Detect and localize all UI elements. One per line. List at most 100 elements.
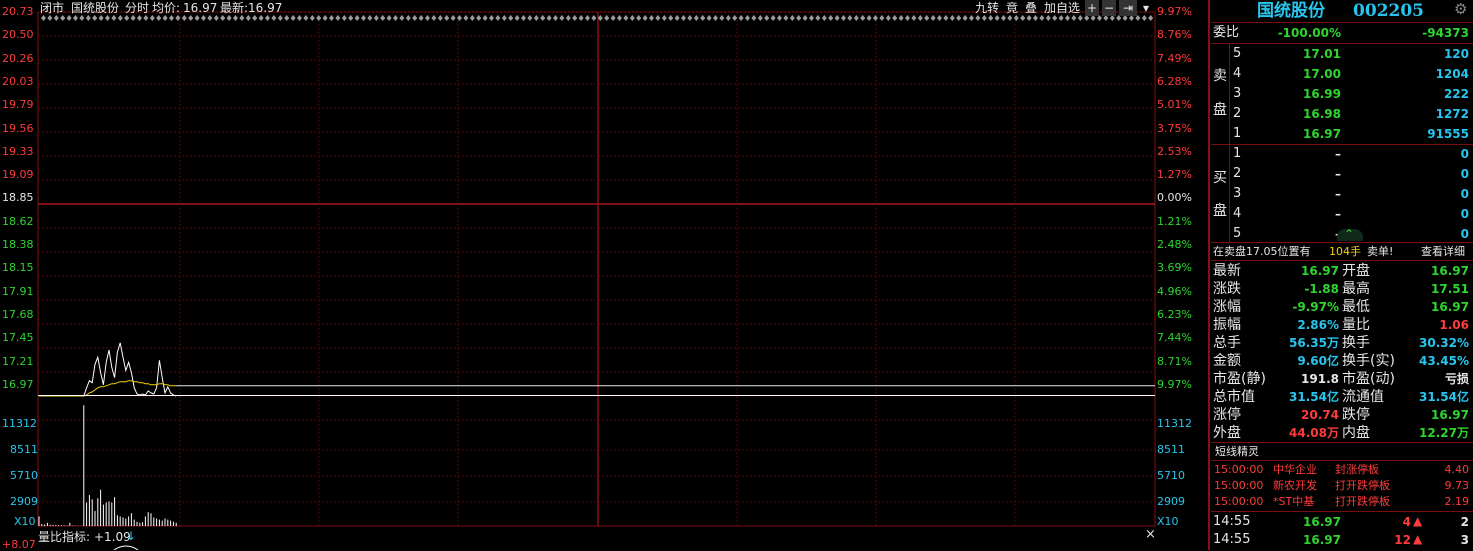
chart-mode: 分时 bbox=[125, 1, 150, 15]
short-value: 4.40 bbox=[1444, 463, 1470, 476]
volume-tick-right: 8511 bbox=[1157, 443, 1185, 456]
sell-level: 3 bbox=[1233, 86, 1242, 101]
price-tick-label: 20.26 bbox=[2, 51, 34, 65]
buy-price: – bbox=[1291, 226, 1341, 242]
price-tick-label: 20.73 bbox=[2, 5, 34, 18]
percent-tick-label: 1.27% bbox=[1157, 168, 1192, 182]
tick-time: 14:55 bbox=[1213, 532, 1251, 547]
stat-value: 16.97 bbox=[1431, 264, 1469, 278]
short-stock[interactable]: *ST中基 bbox=[1273, 494, 1314, 510]
panel-header: 国统股份 002205 ⚙ bbox=[1211, 0, 1473, 23]
volume-tick-right: 5710 bbox=[1157, 469, 1185, 482]
price-tick-label: 20.03 bbox=[2, 74, 34, 88]
sell-price: 16.97 bbox=[1303, 127, 1341, 141]
short-time: 15:00:00 bbox=[1214, 479, 1264, 492]
chart-frame bbox=[37, 11, 1156, 527]
buy-side-label: 盘 bbox=[1213, 203, 1227, 219]
sell-volume: 120 bbox=[1443, 47, 1469, 61]
price-tick-label: 17.68 bbox=[2, 307, 34, 321]
percent-tick-label: 8.71% bbox=[1157, 354, 1192, 368]
sell-volume: 1204 bbox=[1435, 67, 1469, 81]
stat-value: 44.08万 bbox=[1289, 426, 1339, 440]
zoom-out-button[interactable]: − bbox=[1102, 0, 1116, 16]
add-favorite-button[interactable]: 加自选 bbox=[1042, 0, 1082, 16]
tick-time: 14:55 bbox=[1213, 514, 1251, 529]
buy-level: 5 bbox=[1233, 226, 1242, 241]
tick-count: 2 bbox=[1460, 515, 1469, 529]
stat-value: 2.86% bbox=[1297, 318, 1339, 332]
stat-label: 流通值 bbox=[1342, 389, 1384, 405]
sell-volume: 1272 bbox=[1435, 107, 1469, 121]
panel-stock-name: 国统股份 bbox=[1257, 1, 1325, 21]
buy-price: – bbox=[1335, 167, 1341, 181]
stat-value: 亏损 bbox=[1444, 372, 1469, 386]
stat-value: 1.06 bbox=[1439, 318, 1469, 332]
buy-volume: 0 bbox=[1460, 187, 1469, 201]
percent-tick-label: 4.96% bbox=[1157, 284, 1192, 298]
stat-label: 最新 bbox=[1213, 263, 1241, 279]
percent-tick-label: 0.00% bbox=[1157, 191, 1192, 205]
percent-tick-label: 6.23% bbox=[1157, 307, 1192, 321]
stock-name: 国统股份 bbox=[71, 1, 120, 15]
menu-dropdown-icon[interactable]: ▾ bbox=[1139, 0, 1153, 16]
settings-gear-icon[interactable]: ⚙ bbox=[1454, 1, 1467, 17]
stat-value: 30.32% bbox=[1419, 336, 1469, 350]
queue-hands: 104手 bbox=[1329, 245, 1361, 258]
price-tick-label: 20.50 bbox=[2, 28, 34, 42]
stat-value: 31.54亿 bbox=[1289, 390, 1339, 404]
stat-label: 总手 bbox=[1213, 335, 1241, 351]
price-tick-label: 18.62 bbox=[2, 214, 34, 228]
percent-tick-label: 2.48% bbox=[1157, 238, 1192, 251]
overlay-button[interactable]: 叠 bbox=[1023, 0, 1039, 16]
stat-value: -9.97% bbox=[1292, 300, 1339, 314]
volume-tick-right: 2909 bbox=[1157, 495, 1185, 508]
short-stock[interactable]: 新农开发 bbox=[1273, 478, 1317, 494]
expand-button[interactable]: ⇥ bbox=[1119, 0, 1137, 16]
buy-level: 3 bbox=[1233, 186, 1242, 201]
view-detail-link[interactable]: 查看详细 bbox=[1421, 244, 1465, 260]
zoom-in-button[interactable]: + bbox=[1085, 0, 1099, 16]
intraday-chart[interactable] bbox=[0, 0, 1210, 550]
stat-label: 量比 bbox=[1342, 317, 1370, 333]
stat-label: 总市值 bbox=[1213, 389, 1255, 405]
percent-tick-label: 9.97% bbox=[1157, 377, 1192, 391]
sell-side-label: 卖 bbox=[1213, 68, 1227, 84]
volume-tick-left: 8511 bbox=[10, 443, 38, 456]
last-price-value: 16.97 bbox=[248, 1, 283, 15]
up-arrow-icon: ▲ bbox=[1413, 514, 1423, 528]
indicator-label[interactable]: 量比指标: bbox=[38, 531, 90, 543]
indicator-corner-value: +8.07 bbox=[2, 538, 36, 551]
nine-turn-button[interactable]: 九转 bbox=[972, 0, 1002, 16]
stat-label: 涨停 bbox=[1213, 407, 1241, 423]
percent-tick-label: 7.49% bbox=[1157, 51, 1192, 65]
sell-level: 5 bbox=[1233, 46, 1242, 61]
percent-tick-label: 6.28% bbox=[1157, 74, 1192, 88]
average-line bbox=[39, 380, 177, 397]
tick-price: 16.97 bbox=[1303, 515, 1341, 529]
percent-tick-label: 7.44% bbox=[1157, 331, 1192, 345]
volume-tick-left: 2909 bbox=[10, 495, 38, 508]
sell-level: 4 bbox=[1233, 66, 1242, 81]
volume-scale-left: X10 bbox=[14, 515, 36, 528]
stat-value: 16.97 bbox=[1431, 300, 1469, 314]
expand-orderbook-icon[interactable]: ⌃ bbox=[1337, 227, 1363, 241]
sell-price: 17.00 bbox=[1303, 67, 1341, 81]
buy-price: – bbox=[1335, 207, 1341, 221]
buy-level: 4 bbox=[1233, 206, 1242, 221]
stat-label: 市盈(静) bbox=[1213, 371, 1266, 387]
price-tick-label: 19.79 bbox=[2, 98, 34, 112]
buy-side-label: 买 bbox=[1213, 170, 1227, 186]
price-tick-label: 19.33 bbox=[2, 144, 34, 158]
weibi-label: 委比 bbox=[1213, 25, 1240, 40]
volume-tick-right: 11312 bbox=[1157, 417, 1192, 430]
short-stock[interactable]: 中华企业 bbox=[1273, 462, 1317, 478]
percent-tick-label: 3.69% bbox=[1157, 261, 1192, 275]
close-indicator-icon[interactable]: × bbox=[1145, 528, 1156, 541]
buy-price: – bbox=[1335, 187, 1341, 201]
stat-label: 开盘 bbox=[1342, 263, 1370, 279]
short-value: 9.73 bbox=[1444, 479, 1470, 492]
stat-value: 31.54亿 bbox=[1419, 390, 1469, 404]
bid-button[interactable]: 竟 bbox=[1004, 0, 1020, 16]
stat-label: 换手(实) bbox=[1342, 353, 1395, 369]
price-tick-label: 17.21 bbox=[2, 354, 34, 368]
